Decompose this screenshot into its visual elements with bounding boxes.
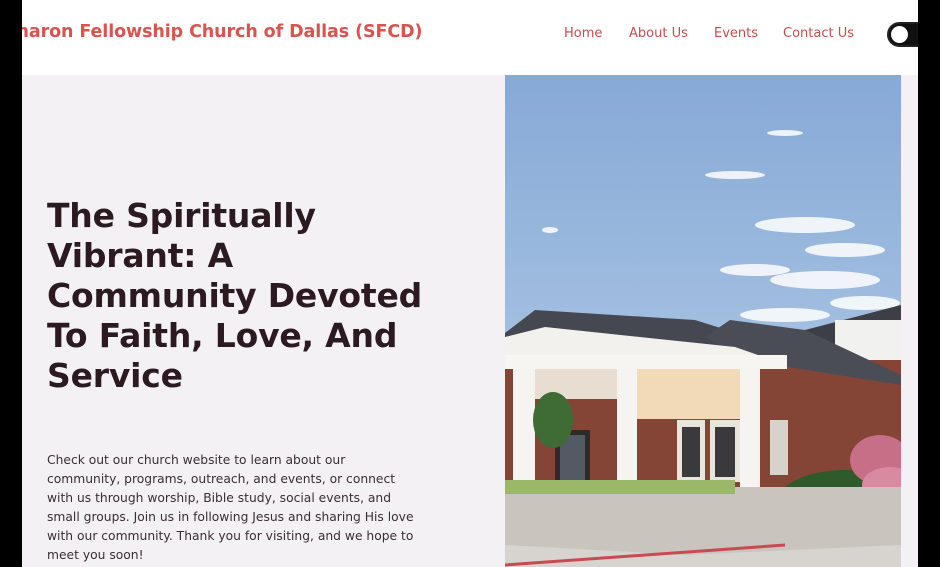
site-brand[interactable]: Sharon Fellowship Church of Dallas (SFCD… [22, 22, 422, 42]
site-header: Sharon Fellowship Church of Dallas (SFCD… [22, 0, 918, 75]
theme-toggle-switch[interactable] [887, 22, 918, 47]
page: Sharon Fellowship Church of Dallas (SFCD… [22, 0, 918, 567]
browser-viewport: Sharon Fellowship Church of Dallas (SFCD… [0, 0, 940, 567]
church-building-illustration [505, 75, 901, 567]
toggle-switch-icon [891, 26, 908, 43]
nav-home[interactable]: Home [564, 26, 602, 41]
hero-title: The Spiritually Vibrant: A Community Dev… [47, 196, 423, 395]
church-building-photo [505, 75, 901, 567]
nav-about-us[interactable]: About Us [629, 26, 688, 41]
nav-events[interactable]: Events [714, 26, 758, 41]
nav-contact-us[interactable]: Contact Us [783, 26, 854, 41]
viewport-edge [918, 0, 940, 567]
hero-description: Check out our church website to learn ab… [47, 453, 414, 562]
